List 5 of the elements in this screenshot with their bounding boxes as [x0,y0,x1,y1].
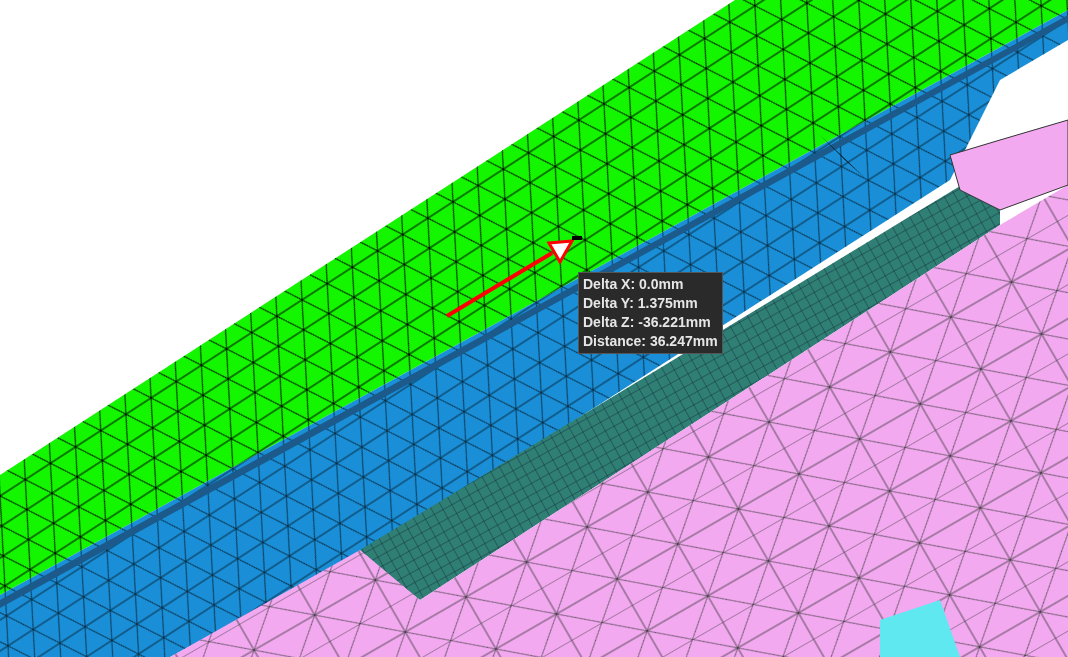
measurement-text: Distance: 36.247mm [583,332,718,351]
measurement-text: Delta X: 0.0mm [583,275,685,294]
measurement-text: Delta Y: 1.375mm [583,294,699,313]
measurement-text: Delta Z: -36.221mm [583,313,712,332]
cursor-marker-icon [572,236,582,240]
